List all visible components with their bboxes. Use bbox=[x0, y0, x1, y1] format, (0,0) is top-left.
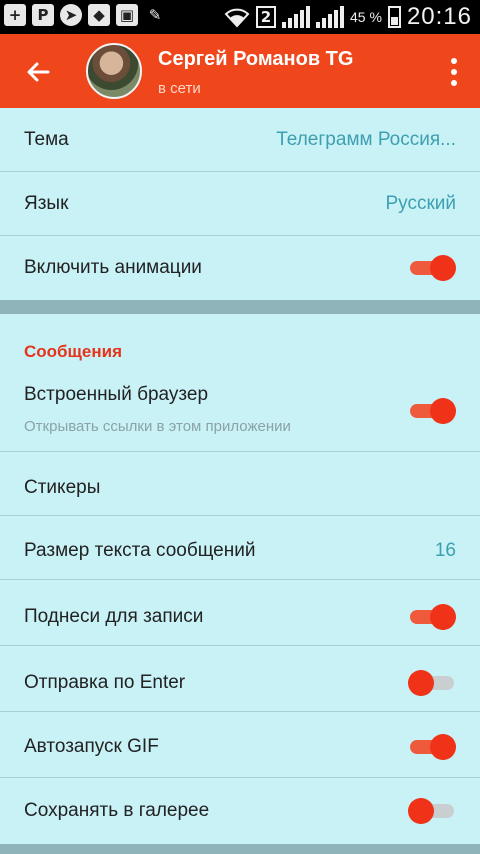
status-bar: + P ➤ ◆ ▣ ✎ 2 45 % 20:16 bbox=[0, 0, 480, 34]
animations-toggle[interactable] bbox=[408, 255, 456, 281]
battery-icon bbox=[387, 6, 401, 28]
back-arrow-icon[interactable] bbox=[22, 56, 54, 88]
signal-icon-2 bbox=[316, 6, 345, 28]
setting-text-size[interactable]: Размер текста сообщений 16 bbox=[0, 516, 480, 580]
setting-send-by-enter[interactable]: Отправка по Enter bbox=[0, 646, 480, 712]
language-label: Язык bbox=[24, 193, 69, 214]
gallery-toggle[interactable] bbox=[408, 798, 456, 824]
avatar[interactable] bbox=[86, 43, 142, 99]
browser-label: Встроенный браузер bbox=[24, 384, 209, 405]
clock: 20:16 bbox=[406, 3, 472, 30]
raise-label: Поднеси для записи bbox=[24, 606, 204, 627]
chat-status: в сети bbox=[158, 80, 201, 97]
enter-label: Отправка по Enter bbox=[24, 672, 186, 693]
setting-autoplay-gif[interactable]: Автозапуск GIF bbox=[0, 712, 480, 778]
section-divider bbox=[0, 300, 480, 314]
animations-label: Включить анимации bbox=[24, 257, 202, 278]
battery-percent: 45 % bbox=[350, 9, 382, 25]
stickers-label: Стикеры bbox=[24, 477, 101, 498]
browser-toggle[interactable] bbox=[408, 398, 456, 424]
signal-icon bbox=[282, 6, 311, 28]
setting-in-app-browser[interactable]: Встроенный браузер Открывать ссылки в эт… bbox=[0, 368, 480, 452]
wifi-icon bbox=[224, 8, 250, 28]
sim-badge: 2 bbox=[256, 6, 277, 28]
setting-language[interactable]: Язык Русский bbox=[0, 172, 480, 236]
gif-label: Автозапуск GIF bbox=[24, 736, 159, 757]
text-size-label: Размер текста сообщений bbox=[24, 540, 256, 561]
app-bar: Сергей Романов TG в сети bbox=[0, 34, 480, 108]
language-value: Русский bbox=[385, 193, 457, 214]
theme-label: Тема bbox=[24, 129, 69, 150]
setting-raise-to-record[interactable]: Поднеси для записи bbox=[0, 580, 480, 646]
shield-icon: ◆ bbox=[88, 4, 110, 26]
gif-toggle[interactable] bbox=[408, 734, 456, 760]
gallery-label: Сохранять в галерее bbox=[24, 800, 210, 821]
raise-toggle[interactable] bbox=[408, 604, 456, 630]
setting-animations[interactable]: Включить анимации bbox=[0, 236, 480, 300]
wrench-icon: ✎ bbox=[148, 6, 162, 24]
text-size-value: 16 bbox=[434, 540, 456, 561]
more-options-icon[interactable] bbox=[450, 58, 458, 86]
messages-section-header: Сообщения bbox=[24, 342, 122, 361]
setting-stickers[interactable]: Стикеры bbox=[0, 452, 480, 516]
theme-value: Телеграмм Россия... bbox=[276, 129, 456, 150]
chat-title: Сергей Романов TG bbox=[158, 48, 354, 70]
setting-save-to-gallery[interactable]: Сохранять в галерее bbox=[0, 778, 480, 844]
setting-theme[interactable]: Тема Телеграмм Россия... bbox=[0, 108, 480, 172]
notification-icons: + P ➤ ◆ ▣ ✎ bbox=[4, 4, 166, 26]
browser-hint: Открывать ссылки в этом приложении bbox=[24, 418, 291, 435]
image-icon: ▣ bbox=[116, 4, 138, 26]
plus-icon: + bbox=[4, 4, 26, 26]
telegram-icon: ➤ bbox=[60, 4, 82, 26]
enter-toggle[interactable] bbox=[408, 670, 456, 696]
p-icon: P bbox=[32, 4, 54, 26]
bottom-divider bbox=[0, 844, 480, 854]
